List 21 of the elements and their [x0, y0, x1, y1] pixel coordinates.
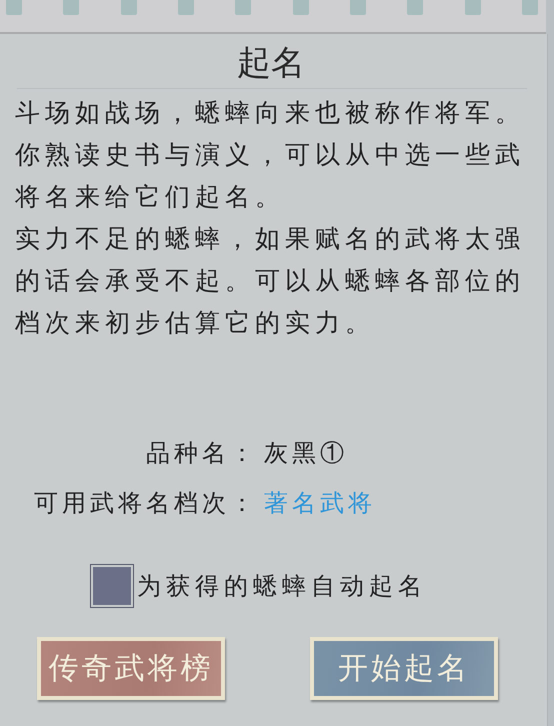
binding-hole-icon [350, 0, 366, 15]
checkbox-label: 为获得的蟋蟀自动起名 [137, 573, 427, 602]
field-label: 可用武将名档次： [34, 490, 258, 519]
description-paragraph: 实力不足的蟋蟀，如果赋名的武将太强的话会承受不起。可以从蟋蟀各部位的档次来初步估算它的实力。 [15, 225, 526, 339]
page-title: 起名 [237, 44, 305, 84]
description-paragraph: 斗场如战场，蟋蟀向来也被称作将军。你熟读史书与演义，可以从中选一些武将名来给它们起名。 [15, 99, 526, 213]
binding-hole-icon [464, 0, 481, 15]
field-label: 品种名： [146, 440, 258, 469]
ranking-button[interactable]: 传奇武将榜 [37, 637, 225, 700]
binding-hole-icon [178, 0, 194, 15]
binding-hole-icon [522, 0, 538, 15]
field-value: 著名武将 [264, 490, 376, 519]
binding-hole-icon [235, 0, 252, 15]
binding-hole-icon [63, 0, 80, 15]
binding-hole-icon [292, 0, 309, 15]
binding-hole-icon [407, 0, 424, 15]
binding-hole-icon [6, 0, 22, 15]
field-value: 灰黑① [264, 440, 348, 469]
checkbox[interactable] [91, 565, 133, 607]
start-naming-button[interactable]: 开始起名 [310, 637, 498, 700]
binding-hole-icon [120, 0, 137, 15]
